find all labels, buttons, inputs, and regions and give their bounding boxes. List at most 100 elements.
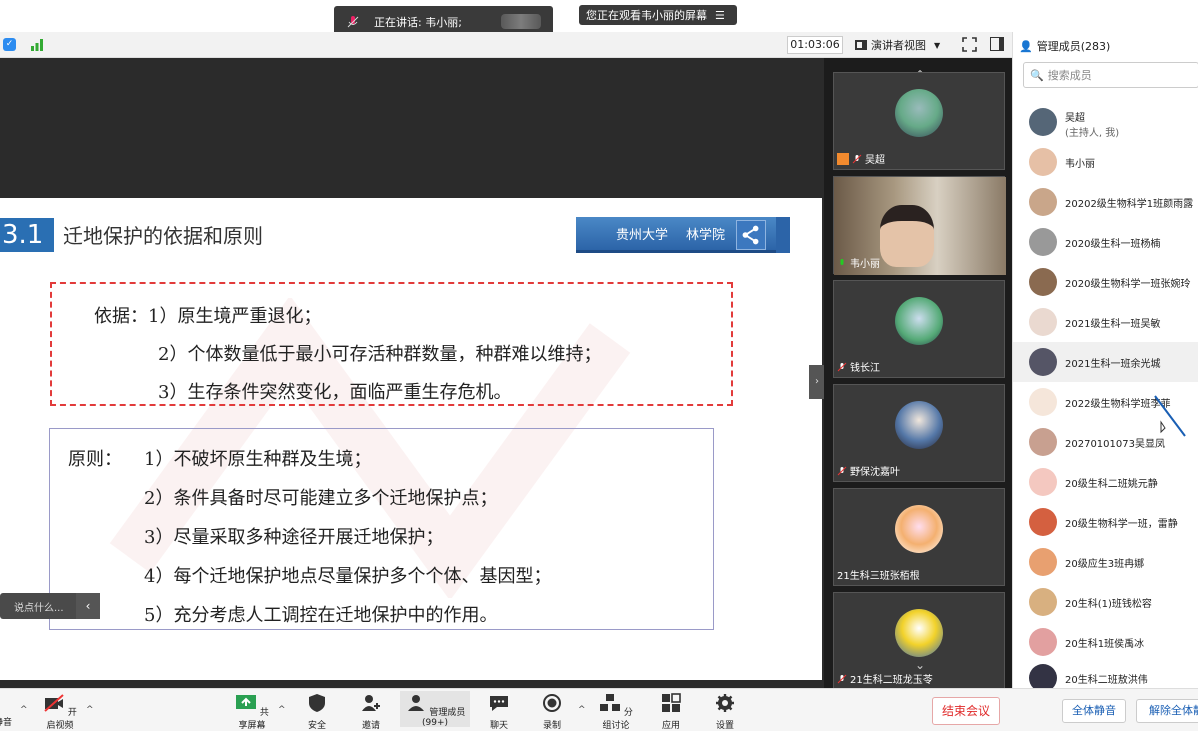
tile-name: 吴超 xyxy=(837,151,885,166)
basis-line: 依据：1）原生境严重退化； xyxy=(94,306,322,327)
shield-icon xyxy=(309,694,325,712)
principles-box: 原则： 1）不破坏原生种群及生境； 2）条件具备时尽可能建立多个迁地保护点； 3… xyxy=(49,428,714,630)
panel-title: 管理成员(283) xyxy=(1036,40,1111,53)
video-tile[interactable]: 21生科二班龙玉苓 xyxy=(833,592,1005,688)
member-row[interactable]: 20级应生3班冉娜 xyxy=(1013,542,1198,582)
record-icon xyxy=(543,694,561,712)
principle-item: 2）条件具备时尽可能建立多个迁地保护点； xyxy=(144,488,498,509)
avatar xyxy=(895,401,943,449)
mute-button[interactable]: 静音 xyxy=(0,693,14,728)
tile-name: 韦小丽 xyxy=(837,255,880,270)
fullscreen-icon[interactable] xyxy=(962,37,977,52)
invite-button[interactable]: 邀请 xyxy=(356,693,386,731)
panel-header: 👤 管理成员(283) xyxy=(1019,38,1110,54)
principle-item: 5）充分考虑人工调控在迁地保护中的作用。 xyxy=(144,605,498,626)
security-button[interactable]: 安全 xyxy=(302,693,332,731)
member-row[interactable]: 20级生科二班姚元静 xyxy=(1013,462,1198,502)
mic-icon xyxy=(0,693,22,713)
search-icon: 🔍 xyxy=(1030,68,1044,82)
chat-input-popup[interactable]: 说点什么... ‹ xyxy=(0,593,100,619)
mute-all-button[interactable]: 全体静音 xyxy=(1062,699,1126,723)
meeting-controls: 静音 ^ 开启视频 ^ 共享屏幕 ^ 安全 邀请 管理成员(99+) 聊天 xyxy=(0,688,1198,731)
watching-text: 您正在观看韦小丽的屏幕 xyxy=(586,9,707,22)
share-icon xyxy=(736,220,766,250)
record-button[interactable]: 录制 xyxy=(537,693,567,731)
chevron-left-icon[interactable]: ‹ xyxy=(76,593,100,619)
speaker-view-icon xyxy=(855,40,867,50)
mic-muted-icon xyxy=(837,674,847,683)
manage-members-button[interactable]: 管理成员(99+) xyxy=(400,691,470,728)
apps-button[interactable]: 应用 xyxy=(656,693,686,731)
avatar xyxy=(895,297,943,345)
avatar xyxy=(1029,188,1057,216)
member-row[interactable]: 2020级生物科学一班张婉玲 xyxy=(1013,262,1198,302)
video-tile[interactable]: 钱长江 xyxy=(833,280,1005,378)
watching-indicator[interactable]: 您正在观看韦小丽的屏幕 ☰ xyxy=(579,5,737,25)
host-icon xyxy=(837,152,849,165)
scroll-down-icon[interactable]: ⌄ xyxy=(915,658,925,672)
video-tile[interactable]: 韦小丽 xyxy=(833,176,1006,275)
chat-button[interactable]: 聊天 xyxy=(484,693,514,731)
share-screen-button[interactable]: 共享屏幕 xyxy=(232,693,272,731)
breakout-icon xyxy=(600,694,621,711)
avatar xyxy=(895,89,943,137)
participants-panel: 👤 管理成员(283) 🔍 搜索成员 吴超 (主持人, 我) 韦小丽 20202… xyxy=(1012,32,1198,692)
video-off-icon xyxy=(44,694,64,712)
tile-name: 野保沈嘉叶 xyxy=(837,463,900,478)
collapse-gallery-handle[interactable]: › xyxy=(809,365,825,399)
top-band: 正在讲话: 韦小丽; 您正在观看韦小丽的屏幕 ☰ xyxy=(0,0,1198,37)
avatar xyxy=(1029,428,1057,456)
settings-button[interactable]: 设置 xyxy=(710,693,740,731)
video-tile[interactable]: 吴超 xyxy=(833,72,1005,170)
avatar xyxy=(1029,108,1057,136)
principle-item: 1）不破坏原生种群及生境； xyxy=(144,449,372,470)
speaking-text: 正在讲话: 韦小丽; xyxy=(374,15,462,29)
member-row[interactable]: 20生科1班侯禹冰 xyxy=(1013,622,1198,662)
meeting-timer: 01:03:06 xyxy=(787,36,843,54)
mute-options-caret[interactable]: ^ xyxy=(20,705,28,715)
breakout-button[interactable]: 分组讨论 xyxy=(596,693,636,731)
avatar xyxy=(1029,228,1057,256)
member-row[interactable]: 2021级生科一班吴敏 xyxy=(1013,302,1198,342)
member-row[interactable]: 2020级生科一班杨楠 xyxy=(1013,222,1198,262)
member-row[interactable]: 吴超 (主持人, 我) xyxy=(1013,102,1198,142)
end-meeting-button[interactable]: 结束会议 xyxy=(932,697,1000,725)
members-icon xyxy=(407,695,424,711)
avatar xyxy=(1029,308,1057,336)
avatar xyxy=(895,609,943,657)
tile-name: 钱长江 xyxy=(837,359,880,374)
avatar xyxy=(1029,628,1057,656)
member-row[interactable]: 韦小丽 xyxy=(1013,142,1198,182)
section-number: 3.1 xyxy=(0,218,54,252)
share-screen-icon xyxy=(236,695,257,709)
meeting-window: 正在讲话: 韦小丽; 您正在观看韦小丽的屏幕 ☰ ✓ 01:03:06 演讲者视… xyxy=(0,0,1198,731)
record-options-caret[interactable]: ^ xyxy=(578,705,586,715)
avatar xyxy=(1029,348,1057,376)
section-title: 迁地保护的依据和原则 xyxy=(63,224,263,248)
share-options-caret[interactable]: ^ xyxy=(278,705,286,715)
side-panel-toggle-icon[interactable] xyxy=(990,37,1004,51)
apps-icon xyxy=(662,693,681,712)
unmute-all-button[interactable]: 解除全体静音 xyxy=(1136,699,1198,723)
speaker-view-button[interactable]: 演讲者视图 ▼ xyxy=(855,36,953,54)
signal-icon[interactable] xyxy=(30,38,44,51)
blurred-avatar xyxy=(501,14,541,29)
member-row[interactable]: 20级生物科学一班，雷静 xyxy=(1013,502,1198,542)
gear-icon xyxy=(716,694,734,712)
video-button[interactable]: 开启视频 xyxy=(40,693,80,731)
video-tile[interactable]: 21生科三班张栢根 xyxy=(833,488,1005,586)
member-search-input[interactable]: 🔍 搜索成员 xyxy=(1023,62,1198,88)
member-row[interactable]: 2021生科一班余光城 xyxy=(1013,342,1198,382)
member-row[interactable]: 20202级生物科学1班颜雨露 xyxy=(1013,182,1198,222)
avatar xyxy=(1029,148,1057,176)
menu-icon[interactable]: ☰ xyxy=(715,9,725,22)
add-user-icon xyxy=(362,695,380,711)
video-tile[interactable]: 野保沈嘉叶 xyxy=(833,384,1005,482)
security-shield-icon[interactable]: ✓ xyxy=(3,38,16,51)
basis-box: 依据：1）原生境严重退化； 2）个体数量低于最小可存活种群数量，种群难以维持； … xyxy=(50,282,733,406)
video-options-caret[interactable]: ^ xyxy=(86,705,94,715)
avatar xyxy=(1029,588,1057,616)
chevron-down-icon: ▼ xyxy=(934,40,941,50)
member-row[interactable]: 20生科(1)班钱松容 xyxy=(1013,582,1198,622)
meeting-info-bar: ✓ 01:03:06 演讲者视图 ▼ xyxy=(0,32,1012,58)
